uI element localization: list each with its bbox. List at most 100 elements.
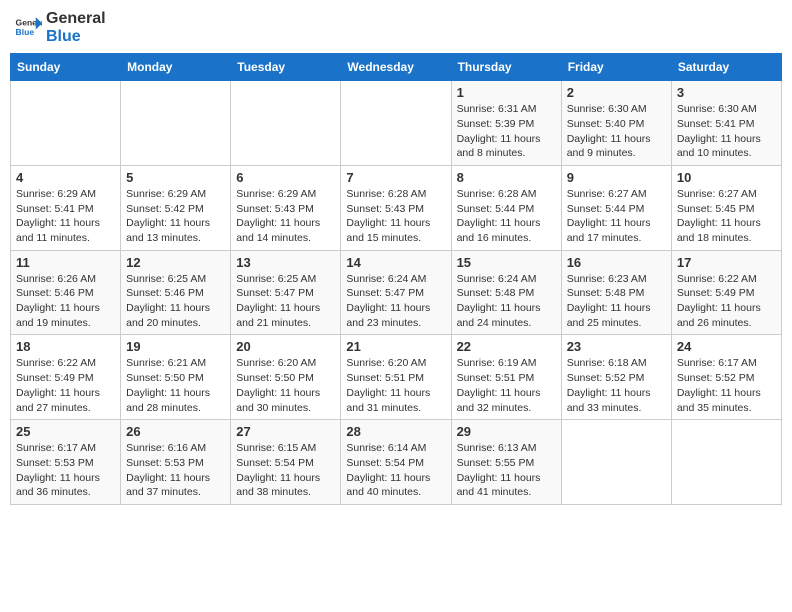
day-number: 9 bbox=[567, 170, 666, 185]
day-cell: 28 Sunrise: 6:14 AMSunset: 5:54 PMDayligh… bbox=[341, 420, 451, 505]
day-info: Sunrise: 6:16 AMSunset: 5:53 PMDaylight:… bbox=[126, 441, 225, 500]
day-cell: 19Sunrise: 6:21 AMSunset: 5:50 PMDayligh… bbox=[121, 335, 231, 420]
calendar-table: SundayMondayTuesdayWednesdayThursdayFrid… bbox=[10, 53, 782, 505]
day-info: Sunrise: 6:30 AMSunset: 5:40 PMDaylight:… bbox=[567, 102, 666, 161]
day-cell: 29 Sunrise: 6:13 AMSunset: 5:55 PMDayligh… bbox=[451, 420, 561, 505]
day-cell: 21 Sunrise: 6:20 AMSunset: 5:51 PMDayligh… bbox=[341, 335, 451, 420]
day-cell: 15 Sunrise: 6:24 AMSunset: 5:48 PMDayligh… bbox=[451, 250, 561, 335]
day-info: Sunrise: 6:24 AMSunset: 5:47 PMDaylight:… bbox=[346, 272, 445, 331]
day-number: 5 bbox=[126, 170, 225, 185]
week-row-2: 4 Sunrise: 6:29 AMSunset: 5:41 PMDaylight… bbox=[11, 165, 782, 250]
day-info: Sunrise: 6:22 AMSunset: 5:49 PMDaylight:… bbox=[677, 272, 776, 331]
svg-text:Blue: Blue bbox=[16, 27, 35, 37]
day-number: 17 bbox=[677, 255, 776, 270]
page-header: General Blue GeneralBlue bbox=[10, 10, 782, 45]
day-info: Sunrise: 6:30 AMSunset: 5:41 PMDaylight:… bbox=[677, 102, 776, 161]
day-cell: 5 Sunrise: 6:29 AMSunset: 5:42 PMDaylight… bbox=[121, 165, 231, 250]
day-info: Sunrise: 6:29 AMSunset: 5:41 PMDaylight:… bbox=[16, 187, 115, 246]
day-cell: 8 Sunrise: 6:28 AMSunset: 5:44 PMDaylight… bbox=[451, 165, 561, 250]
day-cell bbox=[231, 81, 341, 166]
day-number: 7 bbox=[346, 170, 445, 185]
day-cell bbox=[121, 81, 231, 166]
day-cell: 2Sunrise: 6:30 AMSunset: 5:40 PMDaylight… bbox=[561, 81, 671, 166]
day-cell bbox=[341, 81, 451, 166]
day-cell: 17 Sunrise: 6:22 AMSunset: 5:49 PMDayligh… bbox=[671, 250, 781, 335]
weekday-header-row: SundayMondayTuesdayWednesdayThursdayFrid… bbox=[11, 54, 782, 81]
day-info: Sunrise: 6:15 AMSunset: 5:54 PMDaylight:… bbox=[236, 441, 335, 500]
day-cell: 7 Sunrise: 6:28 AMSunset: 5:43 PMDaylight… bbox=[341, 165, 451, 250]
day-number: 24 bbox=[677, 339, 776, 354]
day-info: Sunrise: 6:20 AMSunset: 5:50 PMDaylight:… bbox=[236, 356, 335, 415]
day-info: Sunrise: 6:27 AMSunset: 5:45 PMDaylight:… bbox=[677, 187, 776, 246]
weekday-header-saturday: Saturday bbox=[671, 54, 781, 81]
day-cell: 22 Sunrise: 6:19 AMSunset: 5:51 PMDayligh… bbox=[451, 335, 561, 420]
day-info: Sunrise: 6:20 AMSunset: 5:51 PMDaylight:… bbox=[346, 356, 445, 415]
day-number: 3 bbox=[677, 85, 776, 100]
weekday-header-friday: Friday bbox=[561, 54, 671, 81]
day-cell: 1 Sunrise: 6:31 AMSunset: 5:39 PMDaylight… bbox=[451, 81, 561, 166]
day-cell bbox=[11, 81, 121, 166]
logo-text: GeneralBlue bbox=[46, 10, 106, 45]
day-number: 8 bbox=[457, 170, 556, 185]
day-cell: 6 Sunrise: 6:29 AMSunset: 5:43 PMDaylight… bbox=[231, 165, 341, 250]
day-info: Sunrise: 6:25 AMSunset: 5:47 PMDaylight:… bbox=[236, 272, 335, 331]
day-info: Sunrise: 6:17 AMSunset: 5:52 PMDaylight:… bbox=[677, 356, 776, 415]
day-info: Sunrise: 6:27 AMSunset: 5:44 PMDaylight:… bbox=[567, 187, 666, 246]
week-row-4: 18Sunrise: 6:22 AMSunset: 5:49 PMDayligh… bbox=[11, 335, 782, 420]
day-cell: 16 Sunrise: 6:23 AMSunset: 5:48 PMDayligh… bbox=[561, 250, 671, 335]
day-number: 28 bbox=[346, 424, 445, 439]
day-number: 25 bbox=[16, 424, 115, 439]
day-info: Sunrise: 6:21 AMSunset: 5:50 PMDaylight:… bbox=[126, 356, 225, 415]
day-info: Sunrise: 6:31 AMSunset: 5:39 PMDaylight:… bbox=[457, 102, 556, 161]
day-number: 13 bbox=[236, 255, 335, 270]
week-row-3: 11Sunrise: 6:26 AMSunset: 5:46 PMDayligh… bbox=[11, 250, 782, 335]
day-info: Sunrise: 6:23 AMSunset: 5:48 PMDaylight:… bbox=[567, 272, 666, 331]
day-info: Sunrise: 6:28 AMSunset: 5:43 PMDaylight:… bbox=[346, 187, 445, 246]
week-row-1: 1 Sunrise: 6:31 AMSunset: 5:39 PMDaylight… bbox=[11, 81, 782, 166]
day-number: 15 bbox=[457, 255, 556, 270]
day-cell: 3 Sunrise: 6:30 AMSunset: 5:41 PMDaylight… bbox=[671, 81, 781, 166]
day-cell: 4 Sunrise: 6:29 AMSunset: 5:41 PMDaylight… bbox=[11, 165, 121, 250]
day-cell: 10 Sunrise: 6:27 AMSunset: 5:45 PMDayligh… bbox=[671, 165, 781, 250]
day-cell bbox=[561, 420, 671, 505]
day-number: 27 bbox=[236, 424, 335, 439]
day-info: Sunrise: 6:17 AMSunset: 5:53 PMDaylight:… bbox=[16, 441, 115, 500]
day-info: Sunrise: 6:29 AMSunset: 5:43 PMDaylight:… bbox=[236, 187, 335, 246]
day-cell: 25 Sunrise: 6:17 AMSunset: 5:53 PMDayligh… bbox=[11, 420, 121, 505]
weekday-header-sunday: Sunday bbox=[11, 54, 121, 81]
day-number: 29 bbox=[457, 424, 556, 439]
day-number: 6 bbox=[236, 170, 335, 185]
day-number: 14 bbox=[346, 255, 445, 270]
day-info: Sunrise: 6:29 AMSunset: 5:42 PMDaylight:… bbox=[126, 187, 225, 246]
day-info: Sunrise: 6:19 AMSunset: 5:51 PMDaylight:… bbox=[457, 356, 556, 415]
day-cell: 12 Sunrise: 6:25 AMSunset: 5:46 PMDayligh… bbox=[121, 250, 231, 335]
day-cell: 24 Sunrise: 6:17 AMSunset: 5:52 PMDayligh… bbox=[671, 335, 781, 420]
day-number: 4 bbox=[16, 170, 115, 185]
day-info: Sunrise: 6:14 AMSunset: 5:54 PMDaylight:… bbox=[346, 441, 445, 500]
day-number: 16 bbox=[567, 255, 666, 270]
day-cell bbox=[671, 420, 781, 505]
day-cell: 14 Sunrise: 6:24 AMSunset: 5:47 PMDayligh… bbox=[341, 250, 451, 335]
day-info: Sunrise: 6:28 AMSunset: 5:44 PMDaylight:… bbox=[457, 187, 556, 246]
weekday-header-thursday: Thursday bbox=[451, 54, 561, 81]
day-number: 12 bbox=[126, 255, 225, 270]
day-number: 22 bbox=[457, 339, 556, 354]
day-cell: 11Sunrise: 6:26 AMSunset: 5:46 PMDayligh… bbox=[11, 250, 121, 335]
day-number: 20 bbox=[236, 339, 335, 354]
day-number: 11 bbox=[16, 255, 115, 270]
day-number: 1 bbox=[457, 85, 556, 100]
day-number: 18 bbox=[16, 339, 115, 354]
day-info: Sunrise: 6:24 AMSunset: 5:48 PMDaylight:… bbox=[457, 272, 556, 331]
week-row-5: 25 Sunrise: 6:17 AMSunset: 5:53 PMDayligh… bbox=[11, 420, 782, 505]
day-number: 10 bbox=[677, 170, 776, 185]
day-number: 21 bbox=[346, 339, 445, 354]
day-number: 23 bbox=[567, 339, 666, 354]
logo: General Blue GeneralBlue bbox=[14, 10, 106, 45]
day-cell: 23 Sunrise: 6:18 AMSunset: 5:52 PMDayligh… bbox=[561, 335, 671, 420]
logo-icon: General Blue bbox=[14, 14, 42, 42]
day-info: Sunrise: 6:25 AMSunset: 5:46 PMDaylight:… bbox=[126, 272, 225, 331]
day-info: Sunrise: 6:13 AMSunset: 5:55 PMDaylight:… bbox=[457, 441, 556, 500]
day-info: Sunrise: 6:18 AMSunset: 5:52 PMDaylight:… bbox=[567, 356, 666, 415]
weekday-header-monday: Monday bbox=[121, 54, 231, 81]
weekday-header-wednesday: Wednesday bbox=[341, 54, 451, 81]
